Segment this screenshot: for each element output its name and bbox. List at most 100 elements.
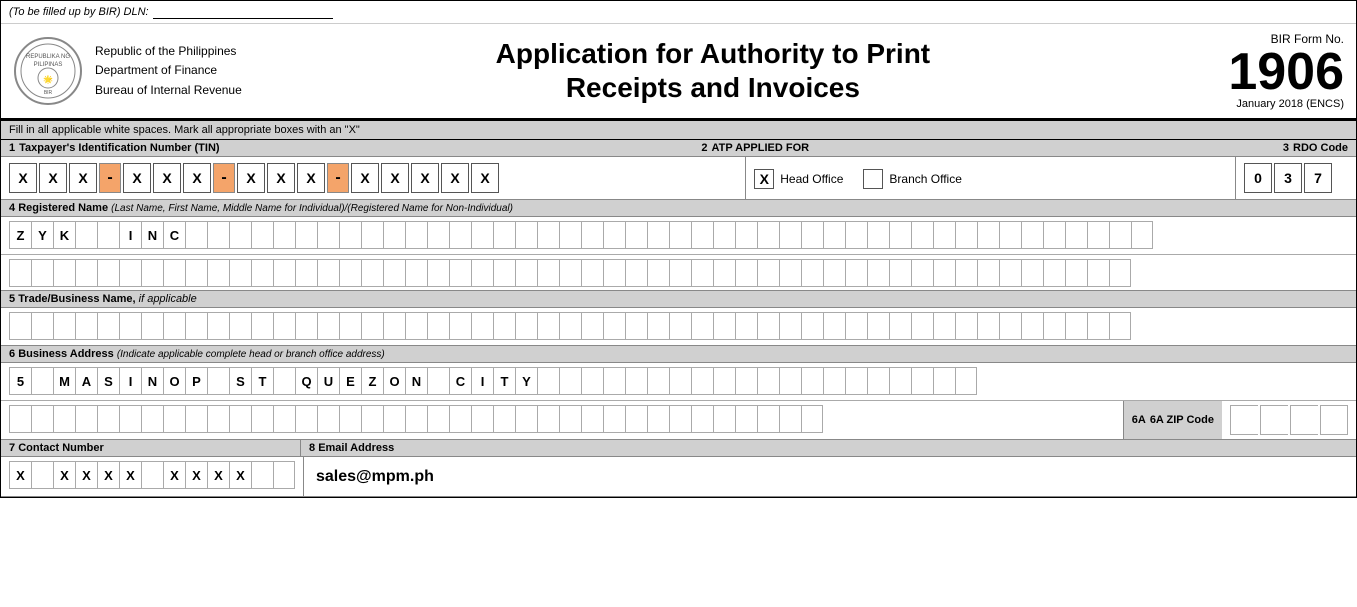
ch <box>537 405 559 433</box>
rdo-box-2: 3 <box>1274 163 1302 193</box>
instruction-row: Fill in all applicable white spaces. Mar… <box>1 120 1356 140</box>
ch <box>735 367 757 395</box>
ch <box>97 259 119 287</box>
ch <box>207 367 229 395</box>
ch: C <box>449 367 471 395</box>
tin-box-1: X <box>9 163 37 193</box>
ch: X <box>9 461 31 489</box>
contact-charboxes: X X X X X X X X X <box>9 461 295 489</box>
ch <box>713 367 735 395</box>
branch-office-checkbox[interactable] <box>863 169 883 189</box>
section1-number: 1 <box>9 142 15 154</box>
section8-data: sales@mpm.ph <box>304 457 1356 496</box>
section4-subtitle: (Last Name, First Name, Middle Name for … <box>111 203 513 214</box>
ch <box>999 221 1021 249</box>
ch: X <box>207 461 229 489</box>
ch <box>933 312 955 340</box>
ch <box>757 367 779 395</box>
section5-header: 5 Trade/Business Name, if applicable <box>1 291 1356 308</box>
ch <box>955 259 977 287</box>
ch <box>207 312 229 340</box>
ch <box>911 312 933 340</box>
ch <box>845 259 867 287</box>
branch-office-option: Branch Office <box>863 169 961 189</box>
ch <box>647 367 669 395</box>
zip-box-1 <box>1230 405 1258 435</box>
ch <box>955 221 977 249</box>
ch <box>845 367 867 395</box>
zip-section: 6A 6A ZIP Code <box>1123 401 1356 439</box>
section4-number: 4 <box>9 202 18 214</box>
rdo-section: 0 3 7 <box>1236 157 1356 199</box>
ch <box>9 259 31 287</box>
ch <box>625 312 647 340</box>
section4-header: 4 Registered Name (Last Name, First Name… <box>1 200 1356 217</box>
ch <box>31 312 53 340</box>
ch <box>603 405 625 433</box>
ch <box>1043 221 1065 249</box>
ch <box>53 405 75 433</box>
ch <box>273 367 295 395</box>
tin-box-13: X <box>441 163 469 193</box>
ch <box>119 312 141 340</box>
ch: P <box>185 367 207 395</box>
dln-input[interactable] <box>153 5 333 19</box>
ch <box>603 221 625 249</box>
ch: 5 <box>9 367 31 395</box>
ch <box>823 259 845 287</box>
ch <box>53 312 75 340</box>
section5-subtitle: if applicable <box>139 293 197 305</box>
ch <box>317 312 339 340</box>
ch <box>163 405 185 433</box>
ch <box>625 221 647 249</box>
ch <box>823 312 845 340</box>
section7-header: 7 Contact Number <box>1 440 301 456</box>
ch: X <box>119 461 141 489</box>
ch <box>581 259 603 287</box>
ch <box>1043 312 1065 340</box>
ch <box>933 221 955 249</box>
ch <box>625 405 647 433</box>
section7-8-header: 7 Contact Number 8 Email Address <box>1 440 1356 457</box>
rdo-boxes: 0 3 7 <box>1244 163 1348 193</box>
tin-dash-1: - <box>99 163 121 193</box>
ch <box>889 312 911 340</box>
tin-atp-rdo-row: X X X - X X X - X X X - X X X X X <box>1 157 1356 200</box>
ch: X <box>97 461 119 489</box>
ch <box>779 405 801 433</box>
ch <box>889 221 911 249</box>
ch <box>361 221 383 249</box>
form-date: January 2018 (ENCS) <box>1184 98 1344 110</box>
ch <box>713 259 735 287</box>
ch <box>185 221 207 249</box>
ch <box>757 259 779 287</box>
ch <box>75 405 97 433</box>
tin-boxes: X X X - X X X - X X X - X X X X X <box>9 163 737 193</box>
ch <box>471 221 493 249</box>
ch <box>361 405 383 433</box>
tin-box-12: X <box>411 163 439 193</box>
ch <box>207 221 229 249</box>
ch <box>229 259 251 287</box>
section4-row1: Z Y K I N C <box>1 217 1356 255</box>
ch <box>735 221 757 249</box>
ch <box>1065 259 1087 287</box>
svg-text:BIR: BIR <box>44 90 53 96</box>
ch <box>317 405 339 433</box>
ch <box>757 221 779 249</box>
ch <box>977 221 999 249</box>
ch <box>537 221 559 249</box>
ch <box>735 405 757 433</box>
ch: X <box>163 461 185 489</box>
tin-box-5: X <box>153 163 181 193</box>
ch <box>691 405 713 433</box>
ch <box>1131 221 1153 249</box>
ch <box>53 259 75 287</box>
ch <box>911 367 933 395</box>
head-office-checkbox[interactable]: X <box>754 169 774 189</box>
tin-box-9: X <box>297 163 325 193</box>
dln-label: (To be filled up by BIR) DLN: <box>9 6 149 18</box>
section6-title: Business Address <box>18 348 114 360</box>
ch <box>119 259 141 287</box>
section4-charboxes-row1: Z Y K I N C <box>9 221 1348 249</box>
